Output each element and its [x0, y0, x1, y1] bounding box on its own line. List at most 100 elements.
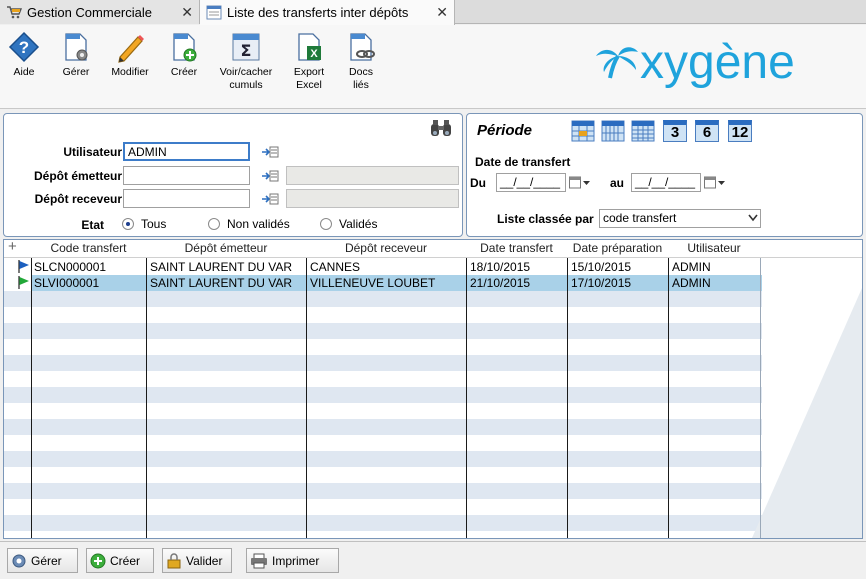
bottom-action-bar: Gérer Créer Valider Imprimer	[0, 541, 866, 579]
tab-gestion-commerciale[interactable]: Gestion Commerciale ✕	[0, 0, 200, 24]
user-field[interactable]: ADMIN	[123, 142, 250, 161]
column-header[interactable]: Date préparation	[567, 241, 668, 255]
list-picker-icon[interactable]	[261, 145, 279, 159]
state-radio-not-validated[interactable]: Non validés	[208, 217, 290, 231]
date-from-field[interactable]: __/__/____	[496, 173, 566, 192]
column-divider	[668, 258, 669, 538]
list-picker-icon[interactable]	[261, 169, 279, 183]
create-label: Créer	[170, 66, 198, 78]
cell-user: ADMIN	[672, 276, 711, 290]
close-icon[interactable]: ✕	[181, 4, 193, 21]
column-header[interactable]: Dépôt émetteur	[146, 241, 306, 255]
period-panel: Période 3 6 12 Date de transfert Du __/_…	[466, 113, 863, 237]
row-stripe	[4, 515, 762, 531]
create-button[interactable]: Créer	[154, 31, 214, 79]
edit-button[interactable]: Modifier	[100, 31, 160, 79]
row-stripe	[4, 419, 762, 435]
table-row-selected[interactable]: SLVI000001 SAINT LAURENT DU VAR VILLENEU…	[18, 275, 762, 291]
column-divider	[31, 258, 32, 538]
transfer-date-label: Date de transfert	[475, 155, 571, 169]
excel-icon: X	[298, 33, 321, 61]
period-12-months-button[interactable]: 12	[728, 120, 752, 142]
date-from-label: Du	[470, 176, 486, 190]
printer-icon	[251, 553, 267, 568]
linked-docs-button[interactable]: Docs liés	[331, 31, 391, 92]
cell-prep-date: 17/10/2015	[571, 276, 632, 290]
state-label: Etat	[81, 218, 104, 232]
svg-text:?: ?	[19, 38, 29, 57]
state-radio-all[interactable]: Tous	[122, 217, 166, 231]
bottom-create-button[interactable]: Créer	[86, 548, 154, 573]
row-stripe	[4, 291, 762, 307]
state-radio-validated[interactable]: Validés	[320, 217, 377, 231]
radio-dot	[320, 218, 332, 230]
grid-header: + Code transfert Dépôt émetteur Dépôt re…	[4, 240, 862, 258]
column-header[interactable]: Utilisateur	[668, 241, 760, 255]
sort-label: Liste classée par	[497, 212, 594, 226]
cell-code: SLVI000001	[34, 276, 100, 290]
binoculars-icon[interactable]	[429, 118, 453, 138]
radio-dot	[208, 218, 220, 230]
sigma-icon: Σ	[232, 33, 260, 61]
column-header[interactable]: Code transfert	[31, 241, 146, 255]
state-option-label: Tous	[141, 217, 167, 231]
cell-user: ADMIN	[672, 260, 711, 274]
transfer-grid: + Code transfert Dépôt émetteur Dépôt re…	[3, 239, 863, 539]
list-picker-icon[interactable]	[261, 192, 279, 206]
calendar-day-icon[interactable]	[571, 120, 595, 142]
row-stripe	[4, 355, 762, 371]
bottom-print-label: Imprimer	[272, 553, 320, 568]
calendar-week-icon[interactable]	[601, 120, 625, 142]
period-6-months-button[interactable]: 6	[695, 120, 719, 142]
bottom-manage-button[interactable]: Gérer	[7, 548, 78, 573]
manage-label: Gérer	[62, 66, 90, 78]
toggle-cumuls-label-2: cumuls	[229, 79, 263, 91]
calendar-month-icon[interactable]	[631, 120, 655, 142]
sender-depot-label: Dépôt émetteur	[33, 169, 122, 183]
cell-code: SLCN000001	[34, 260, 107, 274]
export-excel-button[interactable]: X Export Excel	[279, 31, 339, 92]
palm-tree-icon	[596, 47, 638, 79]
help-icon: ?	[8, 31, 40, 63]
cart-icon	[7, 6, 22, 19]
add-column-icon[interactable]: +	[8, 240, 17, 255]
svg-text:X: X	[310, 48, 318, 60]
svg-text:Σ: Σ	[241, 41, 252, 60]
close-icon[interactable]: ✕	[436, 4, 448, 21]
sort-select[interactable]: code transfert	[599, 209, 761, 228]
tab-label: Gestion Commerciale	[27, 4, 152, 20]
help-label: Aide	[13, 66, 35, 78]
calendar-dropdown-icon[interactable]	[569, 176, 591, 189]
edit-label: Modifier	[111, 66, 149, 78]
cell-prep-date: 15/10/2015	[571, 260, 632, 274]
pencil-icon	[118, 35, 144, 63]
sender-depot-field[interactable]	[123, 166, 250, 185]
export-label-1: Export	[293, 66, 325, 78]
flag-icon	[18, 260, 29, 273]
receiver-depot-field[interactable]	[123, 189, 250, 208]
date-to-field[interactable]: __/__/____	[631, 173, 701, 192]
bottom-print-button[interactable]: Imprimer	[246, 548, 339, 573]
docs-label-1: Docs	[349, 66, 373, 78]
oxygene-logo: xygène	[596, 40, 795, 89]
bottom-validate-button[interactable]: Valider	[162, 548, 232, 573]
period-3-months-button[interactable]: 3	[663, 120, 687, 142]
bottom-validate-label: Valider	[186, 553, 223, 568]
toggle-cumuls-button[interactable]: Σ Voir/cacher cumuls	[216, 31, 276, 92]
cell-receiver: CANNES	[310, 260, 361, 274]
row-stripe	[4, 323, 762, 339]
column-divider	[466, 258, 467, 538]
column-divider	[146, 258, 147, 538]
manage-button[interactable]: Gérer	[46, 31, 106, 79]
cell-transfer-date: 21/10/2015	[470, 276, 531, 290]
table-row[interactable]: SLCN000001 SAINT LAURENT DU VAR CANNES 1…	[18, 259, 762, 275]
tab-transferts[interactable]: Liste des transferts inter dépôts ✕	[200, 0, 455, 25]
column-header[interactable]: Dépôt receveur	[306, 241, 466, 255]
state-option-label: Validés	[339, 217, 378, 231]
tab-bar: Gestion Commerciale ✕ Liste des transfer…	[0, 0, 866, 25]
row-stripe	[4, 451, 762, 467]
date-to-label: au	[610, 176, 625, 190]
user-label: Utilisateur	[63, 145, 122, 159]
column-header[interactable]: Date transfert	[466, 241, 567, 255]
calendar-dropdown-icon[interactable]	[704, 176, 726, 189]
